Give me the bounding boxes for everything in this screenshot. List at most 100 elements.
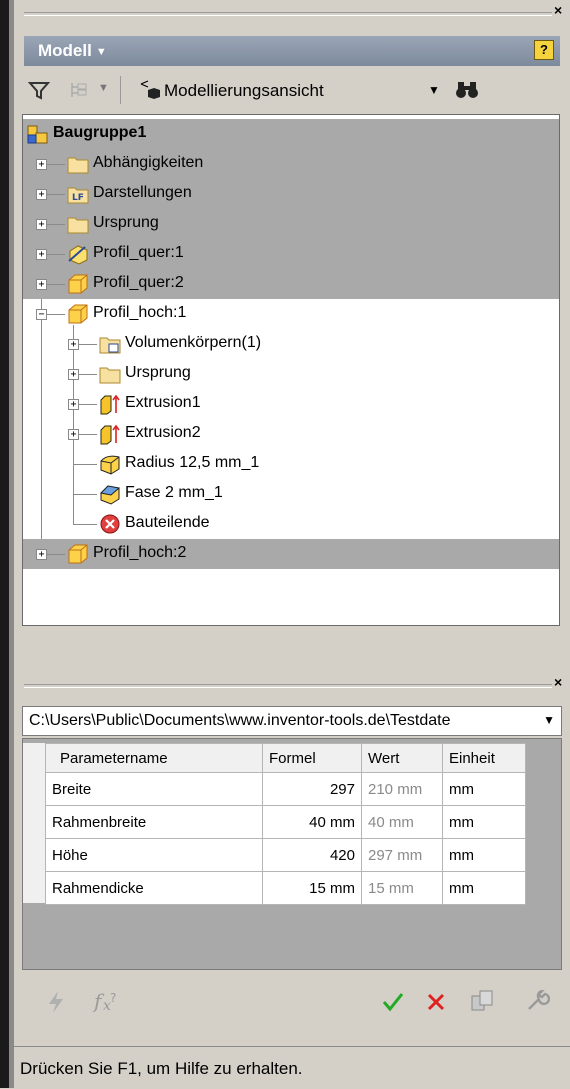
- folder-icon: [67, 157, 89, 174]
- lightning-icon[interactable]: [46, 990, 66, 1014]
- param-formula[interactable]: 15 mm: [262, 871, 362, 905]
- param-value: 15 mm: [361, 871, 443, 905]
- part-icon: [68, 274, 88, 294]
- tree-item-constraints[interactable]: + Abhängigkeiten: [23, 149, 559, 179]
- expand-icon[interactable]: +: [68, 339, 79, 350]
- col-header-unit[interactable]: Einheit: [442, 743, 526, 773]
- chevron-down-icon[interactable]: ▼: [98, 82, 109, 94]
- extrusion-icon: [100, 424, 120, 445]
- param-unit[interactable]: mm: [442, 838, 526, 872]
- table-row[interactable]: Rahmendicke 15 mm 15 mm mm: [45, 871, 526, 905]
- tree-view-icon[interactable]: [68, 80, 90, 100]
- param-value: 210 mm: [361, 772, 443, 806]
- accept-check-icon[interactable]: [382, 992, 404, 1012]
- splitter-grip[interactable]: [24, 684, 552, 688]
- model-tree[interactable]: Baugruppe1 + Abhängigkeiten + LF Darstel…: [22, 114, 560, 626]
- col-header-value[interactable]: Wert: [361, 743, 443, 773]
- tree-item-extrusion2[interactable]: + Extrusion2: [23, 419, 559, 449]
- part-icon: [68, 304, 88, 324]
- expand-icon[interactable]: +: [36, 279, 47, 290]
- expand-icon[interactable]: +: [68, 399, 79, 410]
- cancel-x-icon[interactable]: [426, 992, 446, 1012]
- tree-item-label: Profil_quer:2: [93, 274, 184, 291]
- browser-toolbar: ▼ Modellierungsansicht ▼: [24, 72, 560, 112]
- table-row[interactable]: Breite 297 210 mm mm: [45, 772, 526, 806]
- filter-icon[interactable]: [28, 80, 50, 100]
- add-formula-icon[interactable]: f x ?: [92, 988, 120, 1014]
- tree-item-profil-hoch-2[interactable]: + Profil_hoch:2: [23, 539, 559, 569]
- tree-item-label: Profil_hoch:1: [93, 304, 187, 321]
- param-name[interactable]: Rahmendicke: [45, 871, 263, 905]
- tree-item-label: Fase 2 mm_1: [125, 484, 223, 501]
- collapse-icon[interactable]: −: [36, 309, 47, 320]
- param-formula[interactable]: 420: [262, 838, 362, 872]
- param-name[interactable]: Breite: [45, 772, 263, 806]
- panel-title-dropdown[interactable]: Modell ▼: [38, 41, 107, 61]
- tree-item-origin-child[interactable]: + Ursprung: [23, 359, 559, 389]
- view-selector[interactable]: Modellierungsansicht: [164, 81, 324, 101]
- tree-item-label: Profil_hoch:2: [93, 544, 187, 561]
- link-parameters-icon[interactable]: [470, 988, 496, 1014]
- svg-text:LF: LF: [72, 193, 84, 203]
- param-unit[interactable]: mm: [442, 805, 526, 839]
- tree-item-representations[interactable]: + LF Darstellungen: [23, 179, 559, 209]
- find-binoculars-icon[interactable]: [454, 78, 480, 102]
- expand-icon[interactable]: +: [68, 369, 79, 380]
- tree-item-origin[interactable]: + Ursprung: [23, 209, 559, 239]
- model-header: Modell ▼ ?: [24, 36, 560, 66]
- end-of-part-icon: [100, 514, 120, 534]
- parameter-table: Parametername Formel Wert Einheit Breite…: [45, 743, 526, 905]
- tree-item-profil-hoch-1[interactable]: − Profil_hoch:1: [23, 299, 559, 329]
- tree-item-fillet[interactable]: Radius 12,5 mm_1: [23, 449, 559, 479]
- file-path-value: C:\Users\Public\Documents\www.inventor-t…: [29, 712, 451, 729]
- expand-icon[interactable]: +: [36, 189, 47, 200]
- wrench-icon[interactable]: [526, 990, 550, 1012]
- chamfer-icon: [99, 485, 121, 505]
- table-row[interactable]: Rahmenbreite 40 mm 40 mm mm: [45, 805, 526, 839]
- table-row[interactable]: Höhe 420 297 mm mm: [45, 838, 526, 872]
- chevron-down-icon[interactable]: ▼: [428, 83, 440, 97]
- param-unit[interactable]: mm: [442, 871, 526, 905]
- model-view-icon: [140, 80, 160, 99]
- help-button[interactable]: ?: [534, 40, 554, 60]
- tree-item-label: Volumenkörpern(1): [125, 334, 262, 351]
- extrusion-icon: [100, 394, 120, 415]
- close-icon[interactable]: ×: [554, 674, 562, 690]
- col-header-name[interactable]: Parametername: [45, 743, 263, 773]
- file-path-dropdown[interactable]: C:\Users\Public\Documents\www.inventor-t…: [22, 706, 562, 736]
- expand-icon[interactable]: +: [36, 549, 47, 560]
- param-formula[interactable]: 297: [262, 772, 362, 806]
- toolbar-divider: [120, 76, 121, 104]
- expand-icon[interactable]: +: [36, 249, 47, 260]
- tree-item-solid-bodies[interactable]: + Volumenkörpern(1): [23, 329, 559, 359]
- tree-root-label: Baugruppe1: [53, 124, 147, 141]
- param-name[interactable]: Rahmenbreite: [45, 805, 263, 839]
- representations-icon: LF: [67, 187, 89, 204]
- expand-icon[interactable]: +: [36, 159, 47, 170]
- tree-item-chamfer[interactable]: Fase 2 mm_1: [23, 479, 559, 509]
- panel-title: Modell: [38, 41, 92, 60]
- tree-item-profil-quer-2[interactable]: + Profil_quer:2: [23, 269, 559, 299]
- tree-item-label: Profil_quer:1: [93, 244, 184, 261]
- tree-item-label: Darstellungen: [93, 184, 192, 201]
- tree-item-extrusion1[interactable]: + Extrusion1: [23, 389, 559, 419]
- tree-root[interactable]: Baugruppe1: [23, 119, 559, 149]
- param-formula[interactable]: 40 mm: [262, 805, 362, 839]
- param-unit[interactable]: mm: [442, 772, 526, 806]
- close-icon[interactable]: ×: [554, 2, 562, 18]
- top-grip[interactable]: [24, 12, 552, 16]
- expand-icon[interactable]: +: [68, 429, 79, 440]
- solid-bodies-icon: [99, 337, 121, 354]
- param-name[interactable]: Höhe: [45, 838, 263, 872]
- tree-item-end-of-part[interactable]: Bauteilende: [23, 509, 559, 539]
- tree-item-profil-quer-1[interactable]: + Profil_quer:1: [23, 239, 559, 269]
- tree-item-label: Radius 12,5 mm_1: [125, 454, 260, 471]
- expand-icon[interactable]: +: [36, 219, 47, 230]
- folder-icon: [67, 217, 89, 234]
- window-edge: [0, 0, 14, 1088]
- param-value: 40 mm: [361, 805, 443, 839]
- tree-item-label: Bauteilende: [125, 514, 210, 531]
- chevron-down-icon[interactable]: ▼: [543, 713, 555, 727]
- tree-item-label: Extrusion1: [125, 394, 201, 411]
- col-header-formula[interactable]: Formel: [262, 743, 362, 773]
